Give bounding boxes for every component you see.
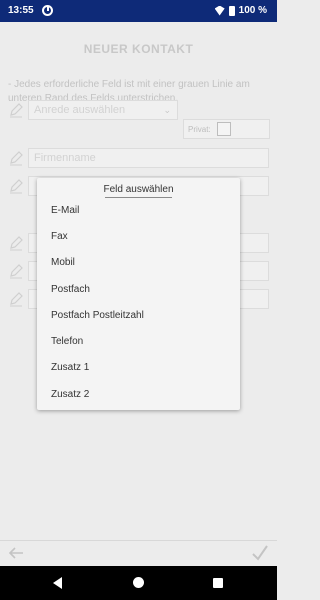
- privat-field: Privat:: [183, 119, 270, 139]
- option-postfach[interactable]: Postfach: [51, 282, 231, 298]
- option-mobil[interactable]: Mobil: [51, 255, 231, 271]
- company-placeholder: Firmenname: [34, 152, 96, 164]
- company-row: Firmenname: [8, 147, 269, 169]
- company-input[interactable]: Firmenname: [28, 148, 269, 168]
- option-zusatz-1[interactable]: Zusatz 1: [51, 360, 231, 376]
- pen-icon: [8, 150, 24, 166]
- nav-home-icon[interactable]: [133, 577, 144, 588]
- privat-checkbox[interactable]: [216, 122, 231, 136]
- nav-recents-icon[interactable]: [213, 578, 223, 588]
- option-email[interactable]: E-Mail: [51, 203, 231, 219]
- option-zusatz-2[interactable]: Zusatz 2: [51, 387, 231, 403]
- battery-icon: [228, 5, 235, 16]
- battery-level: 100 %: [238, 5, 267, 16]
- pen-icon: [8, 235, 24, 251]
- option-postfach-postleitzahl[interactable]: Postfach Postleitzahl: [51, 308, 231, 324]
- salutation-row: Anrede auswählen ⌄: [8, 99, 178, 121]
- salutation-select[interactable]: Anrede auswählen ⌄: [28, 100, 178, 120]
- checkmark-icon[interactable]: [251, 544, 269, 562]
- status-time: 13:55: [8, 5, 34, 16]
- pen-icon: [8, 102, 24, 118]
- salutation-placeholder: Anrede auswählen: [34, 104, 126, 116]
- popup-title: Feld auswählen: [103, 184, 174, 195]
- sync-icon: [42, 5, 53, 16]
- wifi-icon: [215, 6, 225, 16]
- status-bar: 13:55 100 %: [0, 0, 277, 22]
- chevron-down-icon: ⌄: [163, 104, 171, 115]
- pen-icon: [8, 178, 24, 194]
- android-nav-bar: [0, 566, 277, 600]
- privat-label: Privat:: [188, 124, 211, 134]
- option-telefon[interactable]: Telefon: [51, 334, 231, 350]
- page-title: NEUER KONTAKT: [83, 42, 194, 56]
- select-field-popup: Feld auswählen E-Mail Fax Mobil Postfach…: [37, 178, 240, 410]
- popup-title-underline: [105, 197, 172, 198]
- bottom-toolbar: [0, 540, 277, 566]
- pen-icon: [8, 291, 24, 307]
- option-fax[interactable]: Fax: [51, 229, 231, 245]
- arrow-left-icon[interactable]: [8, 546, 24, 560]
- pen-icon: [8, 263, 24, 279]
- nav-back-icon[interactable]: [53, 577, 62, 589]
